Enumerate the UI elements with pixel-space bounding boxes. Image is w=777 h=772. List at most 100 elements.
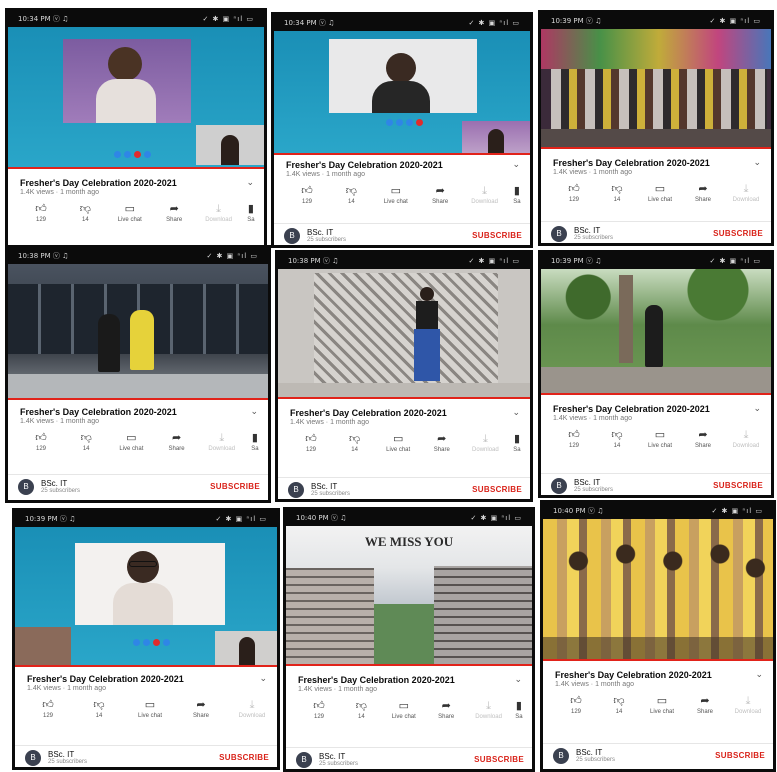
avatar[interactable]: B [288, 481, 304, 498]
channel-row[interactable]: B BSc. IT 25 subscribers SUBSCRIBE [543, 743, 773, 767]
like-button[interactable]: 👍︎ 129 [292, 434, 330, 454]
dislike-button[interactable]: 👎︎ 14 [332, 186, 370, 206]
like-button[interactable]: 👍︎ 129 [22, 204, 60, 224]
subscribe-button[interactable]: SUBSCRIBE [713, 481, 763, 490]
live-chat-button[interactable]: ▭ Live chat [643, 696, 681, 716]
download-button[interactable]: ⤓ Download [233, 700, 271, 720]
live-chat-button[interactable]: ▭ Live chat [641, 430, 679, 450]
subscribe-button[interactable]: SUBSCRIBE [210, 482, 260, 491]
channel-row[interactable]: B BSc. IT 25 subscribers SUBSCRIBE [541, 221, 771, 243]
subscribe-button[interactable]: SUBSCRIBE [472, 231, 522, 240]
progress-bar[interactable] [541, 147, 771, 149]
channel-row[interactable]: B BSc. IT 25 subscribers SUBSCRIBE [274, 223, 530, 245]
subscribe-button[interactable]: SUBSCRIBE [472, 485, 522, 494]
chevron-down-icon[interactable]: ⌄ [512, 159, 520, 170]
share-button[interactable]: ➦ Share [158, 433, 196, 453]
channel-name[interactable]: BSc. IT [319, 752, 474, 761]
share-button[interactable]: ➦ Share [684, 430, 722, 450]
live-chat-button[interactable]: ▭ Live chat [385, 701, 423, 721]
download-button[interactable]: ⤓ Download [727, 430, 765, 450]
live-chat-button[interactable]: ▭ Live chat [379, 434, 417, 454]
channel-name[interactable]: BSc. IT [48, 750, 219, 759]
save-button[interactable]: ▮ Sa [510, 434, 524, 454]
video-player[interactable] [8, 27, 264, 167]
like-button[interactable]: 👍︎ 129 [300, 701, 338, 721]
channel-row[interactable]: B BSc. IT 25 subscribers SUBSCRIBE [286, 747, 532, 769]
download-button[interactable]: ⤓ Download [729, 696, 767, 716]
dislike-button[interactable]: 👎︎ 14 [342, 701, 380, 721]
live-chat-button[interactable]: ▭ Live chat [641, 184, 679, 204]
progress-bar[interactable] [274, 153, 530, 155]
subscribe-button[interactable]: SUBSCRIBE [713, 229, 763, 238]
video-player[interactable] [541, 269, 771, 393]
video-player[interactable] [541, 29, 771, 147]
chevron-down-icon[interactable]: ⌄ [514, 674, 522, 685]
chevron-down-icon[interactable]: ⌄ [755, 669, 763, 680]
dislike-button[interactable]: 👎︎ 14 [80, 700, 118, 720]
share-button[interactable]: ➦ Share [686, 696, 724, 716]
channel-name[interactable]: BSc. IT [576, 748, 715, 757]
live-chat-button[interactable]: ▭ Live chat [131, 700, 169, 720]
share-button[interactable]: ➦ Share [684, 184, 722, 204]
like-button[interactable]: 👍︎ 129 [288, 186, 326, 206]
like-button[interactable]: 👍︎ 129 [557, 696, 595, 716]
download-button[interactable]: ⤓ Download [203, 433, 241, 453]
like-button[interactable]: 👍︎ 129 [555, 430, 593, 450]
channel-name[interactable]: BSc. IT [311, 482, 472, 491]
save-button[interactable]: ▮ Sa [512, 701, 526, 721]
save-button[interactable]: ▮ Sa [510, 186, 524, 206]
save-button[interactable]: ▮ Sa [248, 433, 262, 453]
video-player[interactable] [278, 269, 530, 397]
progress-bar[interactable] [286, 664, 532, 666]
channel-name[interactable]: BSc. IT [307, 228, 472, 237]
live-chat-button[interactable]: ▭ Live chat [377, 186, 415, 206]
chevron-down-icon[interactable]: ⌄ [259, 673, 267, 684]
avatar[interactable]: B [284, 227, 300, 244]
avatar[interactable]: B [551, 225, 567, 242]
share-button[interactable]: ➦ Share [155, 204, 193, 224]
progress-bar[interactable] [8, 398, 268, 400]
channel-row[interactable]: B BSc. IT 25 subscribers SUBSCRIBE [15, 745, 277, 767]
save-button[interactable]: ▮ Sa [244, 204, 258, 224]
like-button[interactable]: 👍︎ 129 [29, 700, 67, 720]
channel-name[interactable]: BSc. IT [574, 226, 713, 235]
avatar[interactable]: B [18, 478, 34, 495]
channel-name[interactable]: BSc. IT [574, 478, 713, 487]
download-button[interactable]: ⤓ Download [466, 186, 504, 206]
video-player[interactable] [543, 519, 773, 659]
download-button[interactable]: ⤓ Download [470, 701, 508, 721]
video-player[interactable] [15, 527, 277, 665]
chevron-down-icon[interactable]: ⌄ [250, 406, 258, 417]
video-player[interactable] [8, 264, 268, 398]
progress-bar[interactable] [8, 167, 264, 169]
download-button[interactable]: ⤓ Download [200, 204, 238, 224]
progress-bar[interactable] [15, 665, 277, 667]
like-button[interactable]: 👍︎ 129 [555, 184, 593, 204]
download-button[interactable]: ⤓ Download [466, 434, 504, 454]
share-button[interactable]: ➦ Share [421, 186, 459, 206]
progress-bar[interactable] [543, 659, 773, 661]
subscribe-button[interactable]: SUBSCRIBE [219, 753, 269, 762]
dislike-button[interactable]: 👎︎ 14 [600, 696, 638, 716]
avatar[interactable]: B [296, 751, 312, 768]
chevron-down-icon[interactable]: ⌄ [753, 157, 761, 168]
download-button[interactable]: ⤓ Download [727, 184, 765, 204]
dislike-button[interactable]: 👎︎ 14 [67, 433, 105, 453]
chevron-down-icon[interactable]: ⌄ [753, 403, 761, 414]
channel-row[interactable]: B BSc. IT 25 subscribers SUBSCRIBE [278, 477, 530, 499]
progress-bar[interactable] [541, 393, 771, 395]
share-button[interactable]: ➦ Share [423, 434, 461, 454]
chevron-down-icon[interactable]: ⌄ [512, 407, 520, 418]
channel-row[interactable]: B BSc. IT 25 subscribers SUBSCRIBE [541, 473, 771, 495]
dislike-button[interactable]: 👎︎ 14 [598, 430, 636, 450]
avatar[interactable]: B [25, 749, 41, 766]
dislike-button[interactable]: 👎︎ 14 [336, 434, 374, 454]
like-button[interactable]: 👍︎ 129 [22, 433, 60, 453]
chevron-down-icon[interactable]: ⌄ [246, 177, 254, 188]
progress-bar[interactable] [278, 397, 530, 399]
channel-name[interactable]: BSc. IT [41, 479, 210, 488]
avatar[interactable]: B [553, 747, 569, 764]
subscribe-button[interactable]: SUBSCRIBE [474, 755, 524, 764]
live-chat-button[interactable]: ▭ Live chat [112, 433, 150, 453]
subscribe-button[interactable]: SUBSCRIBE [715, 751, 765, 760]
